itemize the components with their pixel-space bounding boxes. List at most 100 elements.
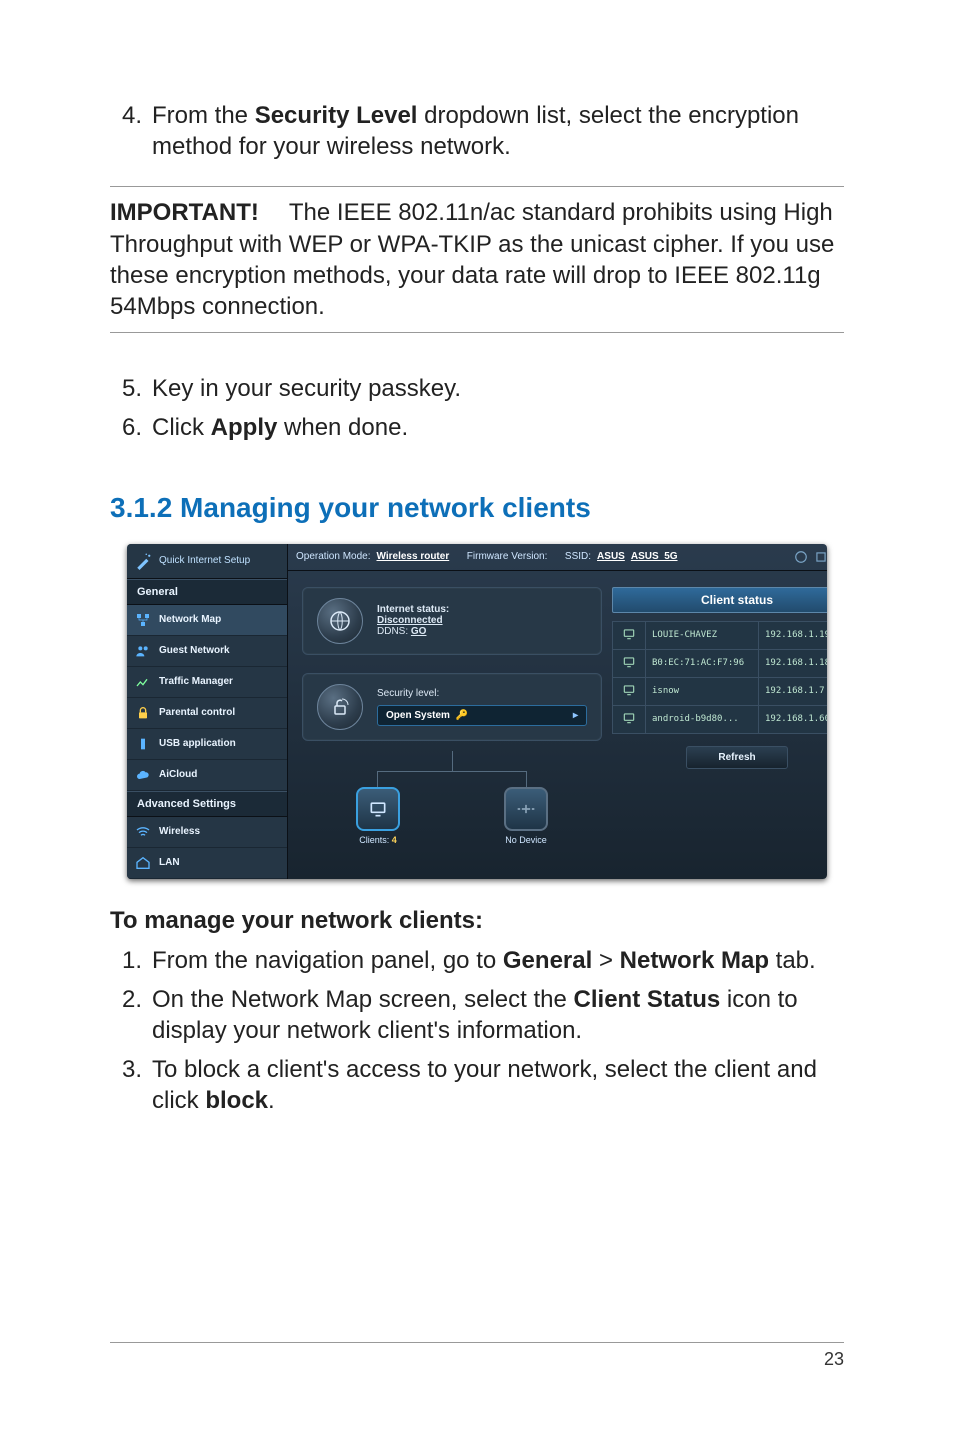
sidebar-item-label: Parental control [159,707,235,718]
client-icon [613,677,646,705]
step-text: . [268,1087,275,1114]
sidebar-item-wireless[interactable]: Wireless [127,817,287,848]
step-text: From the [152,102,255,129]
step-number: 3. [110,1054,152,1116]
sidebar-item-label: AiCloud [159,769,197,780]
step-text: tab. [769,947,816,974]
home-icon [135,855,151,871]
internet-status-text: Internet status: Disconnected DDNS: GO [377,604,449,637]
step-c1: 1. From the navigation panel, go to Gene… [110,945,844,976]
sidebar-item-qis[interactable]: Quick Internet Setup [127,544,287,579]
sidebar: Quick Internet Setup General Network Map… [127,544,288,879]
sidebar-item-label: Guest Network [159,645,230,656]
step-bold: Client Status [574,986,721,1013]
people-icon [135,643,151,659]
sidebar-item-traffic[interactable]: Traffic Manager [127,667,287,698]
step-list-c: 1. From the navigation panel, go to Gene… [110,945,844,1117]
usb-icon [135,736,151,752]
table-row[interactable]: LOUIE-CHAVEZ192.168.1.197 [613,621,828,649]
chevron-icon: ▸ [573,710,578,721]
client-ip: 192.168.1.189 [759,649,828,677]
op-mode-link[interactable]: Wireless router [377,551,450,562]
sidebar-item-label: Wireless [159,826,200,837]
internet-status-panel[interactable]: Internet status: Disconnected DDNS: GO [302,587,602,655]
client-name: android-b9d80... [646,705,759,733]
lock-icon [135,705,151,721]
client-name: B0:EC:71:AC:F7:96 [646,649,759,677]
step-list-a: 4. From the Security Level dropdown list… [110,100,844,162]
page-footer: 23 [110,1342,844,1370]
security-label: Security level: [377,688,587,699]
client-name: isnow [646,677,759,705]
important-note: IMPORTANT!The IEEE 802.11n/ac standard p… [110,186,844,333]
key-icon: 🔑 [456,710,468,721]
client-ip: 192.168.1.7 [759,677,828,705]
globe-icon [317,598,363,644]
step-6: 6. Click Apply when done. [110,412,844,443]
ssid-label: SSID: [565,551,591,562]
plug-icon [516,799,536,819]
step-bold: Network Map [620,947,769,974]
step-5: 5. Key in your security passkey. [110,373,844,404]
ddns-line: DDNS: GO [377,626,449,637]
sidebar-item-guest[interactable]: Guest Network [127,636,287,667]
table-row[interactable]: B0:EC:71:AC:F7:96192.168.1.189 [613,649,828,677]
usb-node[interactable]: No Device [503,787,549,845]
security-text: Security level: Open System 🔑 ▸ [377,688,587,726]
client-status-column: Client status LOUIE-CHAVEZ192.168.1.197B… [612,587,827,849]
step-body: Key in your security passkey. [152,373,844,404]
client-ip: 192.168.1.197 [759,621,828,649]
table-row[interactable]: android-b9d80...192.168.1.60 [613,705,828,733]
sidebar-item-label: LAN [159,857,180,868]
client-name: LOUIE-CHAVEZ [646,621,759,649]
sidebar-item-networkmap[interactable]: Network Map [127,605,287,636]
topbar-icon[interactable] [814,550,827,564]
step-text: On the Network Map screen, select the [152,986,574,1013]
step-text: From the navigation panel, go to [152,947,503,974]
sidebar-category-general: General [127,579,287,605]
ddns-link[interactable]: GO [411,626,427,637]
ssid-link-2[interactable]: ASUS_5G [631,551,678,562]
step-body: From the navigation panel, go to General… [152,945,844,976]
clients-label: Clients: 4 [355,835,401,845]
wifi-icon [135,824,151,840]
op-mode-label: Operation Mode: [296,551,371,562]
sidebar-item-aicloud[interactable]: AiCloud [127,760,287,791]
step-number: 1. [110,945,152,976]
router-screenshot: Quick Internet Setup General Network Map… [127,544,827,879]
fw-label: Firmware Version: [467,551,548,562]
client-icon [613,621,646,649]
client-status-title: Client status [612,587,827,613]
network-icon [135,612,151,628]
step-number: 4. [110,100,152,162]
security-value: Open System [386,710,450,721]
step-body: On the Network Map screen, select the Cl… [152,984,844,1046]
main-panel: Operation Mode: Wireless router Firmware… [288,544,827,879]
topbar-icon[interactable] [794,550,808,564]
security-select[interactable]: Open System 🔑 ▸ [377,705,587,726]
client-ip: 192.168.1.60 [759,705,828,733]
step-body: Click Apply when done. [152,412,844,443]
internet-status-value: Disconnected [377,615,449,626]
step-text: Click [152,414,211,441]
security-panel[interactable]: Security level: Open System 🔑 ▸ [302,673,602,741]
sidebar-category-advanced: Advanced Settings [127,791,287,817]
table-row[interactable]: isnow192.168.1.7 [613,677,828,705]
clients-node[interactable]: Clients: 4 [355,787,401,845]
sidebar-item-parental[interactable]: Parental control [127,698,287,729]
client-icon [613,705,646,733]
sidebar-item-lan[interactable]: LAN [127,848,287,879]
client-icon [613,649,646,677]
nodevice-label: No Device [503,835,549,845]
section-heading: 3.1.2 Managing your network clients [110,492,844,524]
step-body: To block a client's access to your netwo… [152,1054,844,1116]
step-number: 2. [110,984,152,1046]
manage-clients-subhead: To manage your network clients: [110,907,844,935]
sidebar-item-label: Quick Internet Setup [159,555,250,566]
ssid-link-1[interactable]: ASUS [597,551,625,562]
refresh-button[interactable]: Refresh [686,746,788,769]
step-4: 4. From the Security Level dropdown list… [110,100,844,162]
sidebar-item-label: Traffic Manager [159,676,233,687]
step-number: 6. [110,412,152,443]
sidebar-item-usb[interactable]: USB application [127,729,287,760]
